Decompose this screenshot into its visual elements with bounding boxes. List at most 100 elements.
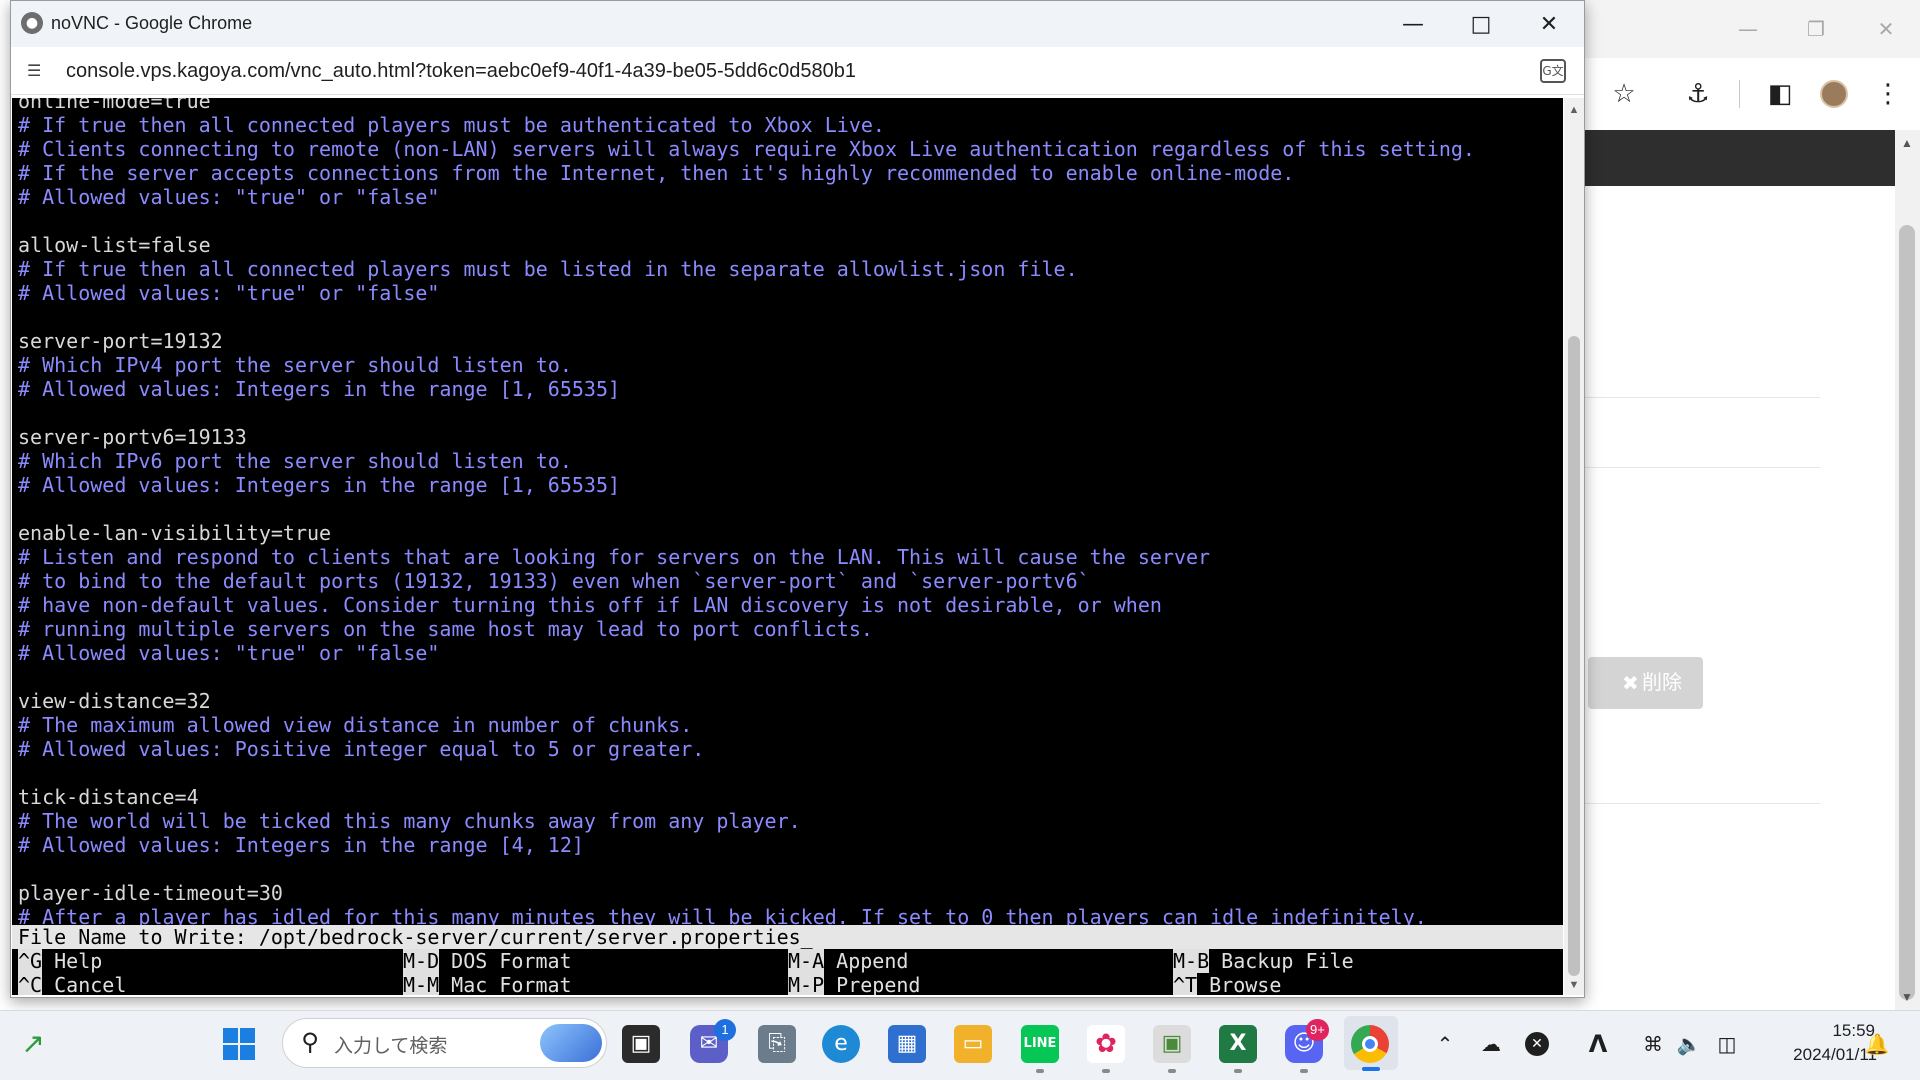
- active-indicator: [1362, 1067, 1380, 1071]
- comment-line: # If true then all connected players mus…: [18, 113, 885, 137]
- shortcut-label: Backup File: [1209, 949, 1354, 973]
- clock-date[interactable]: 2024/01/11: [1762, 1045, 1877, 1065]
- shortcut-item[interactable]: ^C Cancel: [18, 973, 126, 995]
- popup-minimize-icon[interactable]: —: [1385, 9, 1441, 41]
- side-panel-icon[interactable]: ◧: [1762, 76, 1798, 112]
- setting-line: online-mode=true: [18, 98, 211, 113]
- installer-icon[interactable]: ▣: [1153, 1025, 1191, 1063]
- shortcut-key: ^C: [18, 973, 43, 995]
- page-scrollbar-thumb[interactable]: [1899, 225, 1915, 1000]
- wifi-icon[interactable]: ⌘: [1638, 1029, 1668, 1059]
- microsoft-store-icon[interactable]: ▦: [888, 1025, 926, 1063]
- ime-indicator-icon[interactable]: Λ: [1583, 1029, 1613, 1059]
- setting-line: server-port=19132: [18, 329, 223, 353]
- minimize-icon[interactable]: —: [1728, 14, 1768, 44]
- comment-line: # Which IPv4 port the server should list…: [18, 353, 572, 377]
- excel-icon[interactable]: X: [1219, 1025, 1257, 1063]
- shortcut-key: ^T: [1173, 973, 1198, 995]
- extensions-icon[interactable]: ⚓: [1680, 76, 1716, 112]
- battery-icon[interactable]: ◫: [1712, 1029, 1742, 1059]
- clock-time[interactable]: 15:59: [1770, 1021, 1875, 1041]
- shortcut-item[interactable]: ^T Browse: [1173, 973, 1281, 995]
- popup-window-title: noVNC - Google Chrome: [51, 13, 253, 33]
- shortcut-key: M-P: [788, 973, 825, 995]
- onedrive-cloud-icon[interactable]: ☁: [1476, 1029, 1506, 1059]
- close-circle-icon[interactable]: ✕: [1525, 1032, 1549, 1056]
- url-text[interactable]: console.vps.kagoya.com/vnc_auto.html?tok…: [66, 60, 856, 83]
- shortcut-key: M-M: [403, 973, 440, 995]
- file-name-prompt[interactable]: File Name to Write: /opt/bedrock-server/…: [12, 925, 1563, 949]
- volume-icon[interactable]: 🔈: [1674, 1029, 1704, 1059]
- popup-titlebar: ● noVNC - Google Chrome — □ ✕: [11, 1, 1584, 47]
- running-indicator: [1036, 1069, 1044, 1073]
- shortcut-label: DOS Format: [439, 949, 572, 973]
- shortcut-item[interactable]: M-M Mac Format: [403, 973, 572, 995]
- terminal-scroll-up-icon[interactable]: ▲: [1566, 102, 1582, 118]
- remote-desktop-icon[interactable]: ⎘: [758, 1025, 796, 1063]
- line-app-icon[interactable]: LINE: [1021, 1025, 1059, 1063]
- running-indicator: [1234, 1069, 1242, 1073]
- shortcut-item[interactable]: M-P Prepend: [788, 973, 920, 995]
- shortcut-item[interactable]: M-D DOS Format: [403, 949, 572, 973]
- shortcut-item[interactable]: ^G Help: [18, 949, 102, 973]
- scroll-down-arrow-icon[interactable]: ▼: [1897, 988, 1917, 1006]
- comment-line: # If the server accepts connections from…: [18, 161, 1295, 185]
- shortcut-key: M-A: [788, 949, 825, 973]
- terminal-scrollbar-thumb[interactable]: [1568, 336, 1580, 976]
- shortcut-item[interactable]: M-B Backup File: [1173, 949, 1354, 973]
- setting-line: view-distance=32: [18, 689, 211, 713]
- stock-widget-icon[interactable]: ↗: [14, 1025, 52, 1063]
- restore-icon[interactable]: ❐: [1796, 14, 1836, 44]
- vnc-terminal-screen[interactable]: online-mode=true # If true then all conne…: [12, 98, 1563, 995]
- comment-line: # Listen and respond to clients that are…: [18, 545, 1211, 569]
- page-divider: [1585, 397, 1820, 398]
- search-icon: ⚲: [301, 1028, 319, 1056]
- edge-browser-icon[interactable]: e: [822, 1025, 860, 1063]
- shortcut-label: Append: [824, 949, 909, 973]
- terminal-scroll-down-icon[interactable]: ▼: [1566, 977, 1582, 993]
- notification-bell-icon[interactable]: 🔔: [1862, 1029, 1892, 1059]
- setting-line: tick-distance=4: [18, 785, 199, 809]
- shortcut-item[interactable]: M-A Append: [788, 949, 908, 973]
- delete-button[interactable]: ✖ 削除: [1588, 657, 1703, 709]
- shortcut-label: Cancel: [42, 973, 127, 995]
- comment-line: # have non-default values. Consider turn…: [18, 593, 1162, 617]
- comment-line: # running multiple servers on the same h…: [18, 617, 873, 641]
- comment-line: # Allowed values: Integers in the range …: [18, 377, 621, 401]
- chrome-icon[interactable]: [1351, 1025, 1389, 1063]
- popup-maximize-icon[interactable]: □: [1453, 9, 1509, 41]
- setting-line: player-idle-timeout=30: [18, 881, 283, 905]
- comment-line: # Allowed values: "true" or "false": [18, 281, 440, 305]
- scroll-up-arrow-icon[interactable]: ▲: [1897, 134, 1917, 152]
- task-view-icon[interactable]: ▣: [622, 1025, 660, 1063]
- background-page-content: [1585, 186, 1895, 1010]
- comment-line: # Which IPv6 port the server should list…: [18, 449, 572, 473]
- show-hidden-icons-chevron-icon[interactable]: ⌃: [1430, 1029, 1460, 1059]
- discord-badge: 9+: [1306, 1019, 1329, 1041]
- bookmark-star-icon[interactable]: ☆: [1606, 76, 1642, 112]
- page-divider: [1585, 467, 1820, 468]
- translate-icon[interactable]: G文: [1540, 59, 1566, 83]
- setting-line: server-portv6=19133: [18, 425, 247, 449]
- delete-button-label: 削除: [1642, 672, 1682, 694]
- popup-close-icon[interactable]: ✕: [1521, 9, 1577, 41]
- shortcut-key: ^G: [18, 949, 43, 973]
- comment-line: # Allowed values: "true" or "false": [18, 641, 440, 665]
- close-icon[interactable]: ✕: [1866, 14, 1906, 44]
- comment-line: # If true then all connected players mus…: [18, 257, 1078, 281]
- shortcut-key: M-D: [403, 949, 440, 973]
- search-placeholder: 入力して検索: [334, 1036, 448, 1057]
- menu-kebab-icon[interactable]: ⋮: [1870, 76, 1906, 112]
- comment-line: # Allowed values: "true" or "false": [18, 185, 440, 209]
- file-explorer-icon[interactable]: ▭: [954, 1025, 992, 1063]
- photo-app-icon[interactable]: ✿: [1087, 1025, 1125, 1063]
- shortcut-label: Prepend: [824, 973, 921, 995]
- comment-line: # to bind to the default ports (19132, 1…: [18, 569, 1090, 593]
- start-menu-icon[interactable]: [220, 1025, 258, 1063]
- site-info-icon[interactable]: ☰: [27, 61, 49, 81]
- address-bar[interactable]: ☰ console.vps.kagoya.com/vnc_auto.html?t…: [11, 47, 1584, 95]
- comment-line: # Allowed values: Positive integer equal…: [18, 737, 705, 761]
- running-indicator: [1168, 1069, 1176, 1073]
- delete-x-icon: ✖: [1622, 671, 1639, 695]
- profile-avatar[interactable]: [1820, 80, 1848, 108]
